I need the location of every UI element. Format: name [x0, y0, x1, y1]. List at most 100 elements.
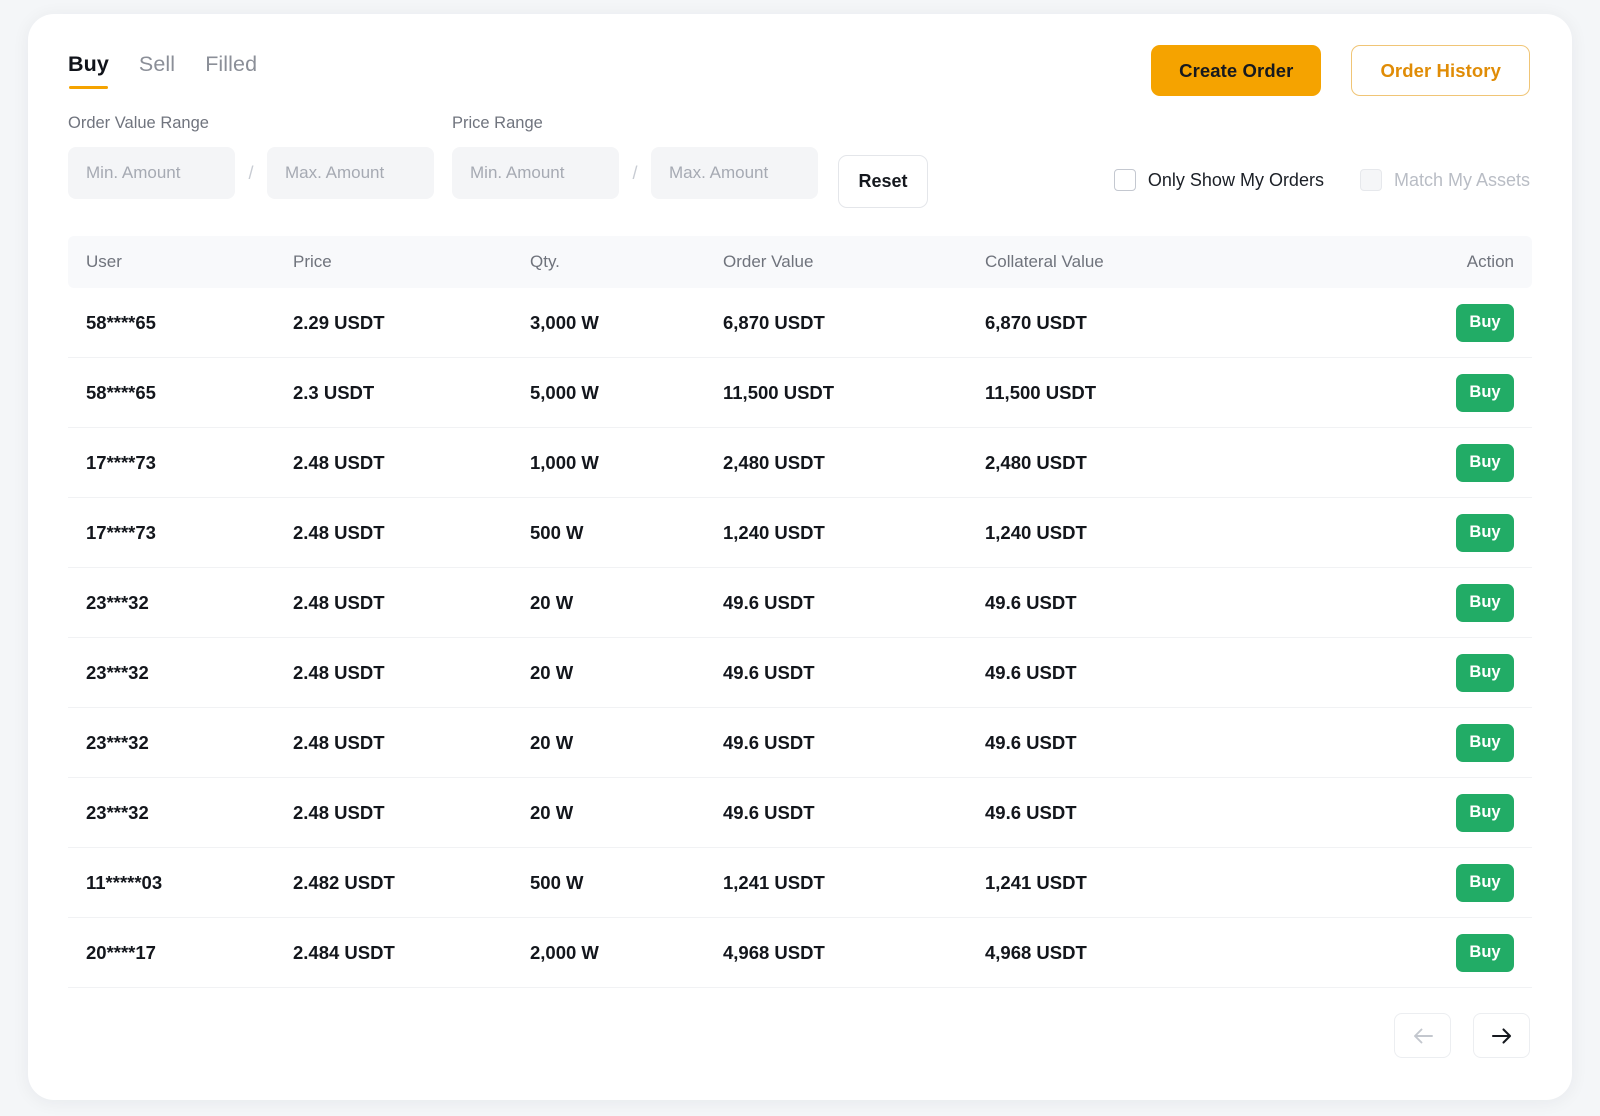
arrow-left-icon: [1412, 1027, 1434, 1045]
table-row: 58****65 2.3 USDT 5,000 W 11,500 USDT 11…: [68, 358, 1532, 428]
cell-price: 2.48 USDT: [293, 661, 385, 683]
order-value-range-group: Order Value Range /: [68, 114, 434, 199]
cell-order-value: 11,500 USDT: [723, 381, 835, 403]
cell-user: 23***32: [86, 731, 149, 753]
price-range-inputs: /: [452, 147, 818, 199]
cell-order-value: 1,241 USDT: [723, 871, 825, 893]
table-row: 23***32 2.48 USDT 20 W 49.6 USDT 49.6 US…: [68, 708, 1532, 778]
column-header-price: Price: [293, 252, 332, 271]
cell-order-value: 49.6 USDT: [723, 661, 815, 683]
arrow-right-icon: [1491, 1027, 1513, 1045]
cell-user: 23***32: [86, 591, 149, 613]
cell-qty: 500 W: [530, 521, 584, 543]
tab-buy-label: Buy: [68, 52, 109, 76]
order-value-max-input[interactable]: [267, 147, 434, 199]
cell-action: Buy: [1385, 653, 1532, 692]
cell-collateral-value: 49.6 USDT: [985, 731, 1077, 753]
tab-filled[interactable]: Filled: [205, 52, 257, 89]
filter-bar: Order Value Range / Price Range / Reset: [28, 114, 1572, 224]
table-row: 58****65 2.29 USDT 3,000 W 6,870 USDT 6,…: [68, 288, 1532, 358]
reset-filters-button[interactable]: Reset: [838, 155, 928, 208]
column-header-user: User: [86, 252, 122, 271]
table-row: 23***32 2.48 USDT 20 W 49.6 USDT 49.6 US…: [68, 638, 1532, 708]
order-book-card: Buy Sell Filled Create Order Order Histo…: [28, 14, 1572, 1100]
match-my-assets-checkbox[interactable]: Match My Assets: [1359, 169, 1530, 191]
pagination: [1394, 1013, 1530, 1058]
price-max-input[interactable]: [651, 147, 818, 199]
cell-collateral-value: 11,500 USDT: [985, 381, 1097, 403]
cell-order-value: 2,480 USDT: [723, 451, 825, 473]
cell-collateral-value: 6,870 USDT: [985, 311, 1087, 333]
order-side-tabs: Buy Sell Filled: [68, 52, 257, 89]
checkbox-icon: [1113, 169, 1136, 191]
buy-button[interactable]: Buy: [1456, 513, 1514, 552]
cell-price: 2.3 USDT: [293, 381, 375, 403]
buy-button[interactable]: Buy: [1456, 793, 1514, 832]
cell-qty: 3,000 W: [530, 311, 599, 333]
cell-user: 17****73: [86, 521, 156, 543]
cell-price: 2.48 USDT: [293, 801, 385, 823]
cell-user: 20****17: [86, 941, 156, 963]
order-value-range-inputs: /: [68, 147, 434, 199]
cell-collateral-value: 49.6 USDT: [985, 801, 1077, 823]
filter-checkboxes: Only Show My Orders Match My Assets: [1113, 169, 1530, 191]
price-min-input[interactable]: [452, 147, 619, 199]
card-header: Buy Sell Filled Create Order Order Histo…: [28, 14, 1572, 114]
buy-button[interactable]: Buy: [1456, 863, 1514, 902]
column-header-order-value: Order Value: [723, 252, 814, 271]
pagination-prev-button[interactable]: [1394, 1013, 1451, 1058]
cell-user: 23***32: [86, 801, 149, 823]
cell-order-value: 1,240 USDT: [723, 521, 825, 543]
cell-price: 2.482 USDT: [293, 871, 395, 893]
buy-button[interactable]: Buy: [1456, 933, 1514, 972]
order-value-range-label: Order Value Range: [68, 114, 209, 132]
cell-order-value: 49.6 USDT: [723, 731, 815, 753]
column-header-collateral-value: Collateral Value: [985, 252, 1104, 271]
header-actions: Create Order Order History: [1151, 45, 1530, 96]
cell-qty: 500 W: [530, 871, 584, 893]
cell-order-value: 49.6 USDT: [723, 801, 815, 823]
only-show-my-orders-label: Only Show My Orders: [1147, 169, 1324, 190]
tab-buy[interactable]: Buy: [68, 52, 109, 89]
table-row: 23***32 2.48 USDT 20 W 49.6 USDT 49.6 US…: [68, 778, 1532, 848]
cell-action: Buy: [1385, 513, 1532, 552]
buy-button[interactable]: Buy: [1456, 443, 1514, 482]
cell-user: 58****65: [86, 311, 156, 333]
cell-collateral-value: 1,240 USDT: [985, 521, 1087, 543]
buy-button[interactable]: Buy: [1456, 373, 1514, 412]
table-row: 23***32 2.48 USDT 20 W 49.6 USDT 49.6 US…: [68, 568, 1532, 638]
cell-collateral-value: 49.6 USDT: [985, 591, 1077, 613]
cell-action: Buy: [1385, 863, 1532, 902]
match-my-assets-label: Match My Assets: [1393, 169, 1530, 190]
orders-table: User Price Qty. Order Value Collateral V…: [68, 236, 1532, 988]
cell-order-value: 4,968 USDT: [723, 941, 825, 963]
column-header-qty: Qty.: [530, 252, 560, 271]
cell-price: 2.48 USDT: [293, 521, 385, 543]
order-value-min-input[interactable]: [68, 147, 235, 199]
buy-button[interactable]: Buy: [1456, 723, 1514, 762]
price-range-separator: /: [632, 162, 638, 183]
column-header-action: Action: [1466, 252, 1514, 271]
cell-collateral-value: 4,968 USDT: [985, 941, 1087, 963]
cell-order-value: 6,870 USDT: [723, 311, 825, 333]
checkbox-icon: [1359, 169, 1382, 191]
table-row: 11*****03 2.482 USDT 500 W 1,241 USDT 1,…: [68, 848, 1532, 918]
table-row: 20****17 2.484 USDT 2,000 W 4,968 USDT 4…: [68, 918, 1532, 988]
create-order-button[interactable]: Create Order: [1151, 45, 1322, 96]
tab-sell-label: Sell: [138, 52, 176, 76]
cell-user: 17****73: [86, 451, 156, 473]
cell-price: 2.48 USDT: [293, 451, 385, 473]
cell-qty: 5,000 W: [530, 381, 599, 403]
tab-sell[interactable]: Sell: [139, 52, 175, 89]
cell-qty: 20 W: [530, 661, 574, 683]
cell-action: Buy: [1385, 303, 1532, 342]
buy-button[interactable]: Buy: [1456, 583, 1514, 622]
buy-button[interactable]: Buy: [1456, 653, 1514, 692]
only-show-my-orders-checkbox[interactable]: Only Show My Orders: [1113, 169, 1324, 191]
tab-filled-label: Filled: [205, 52, 258, 76]
order-history-button[interactable]: Order History: [1351, 45, 1530, 96]
cell-action: Buy: [1385, 373, 1532, 412]
buy-button[interactable]: Buy: [1456, 303, 1514, 342]
cell-collateral-value: 49.6 USDT: [985, 661, 1077, 683]
pagination-next-button[interactable]: [1473, 1013, 1530, 1058]
